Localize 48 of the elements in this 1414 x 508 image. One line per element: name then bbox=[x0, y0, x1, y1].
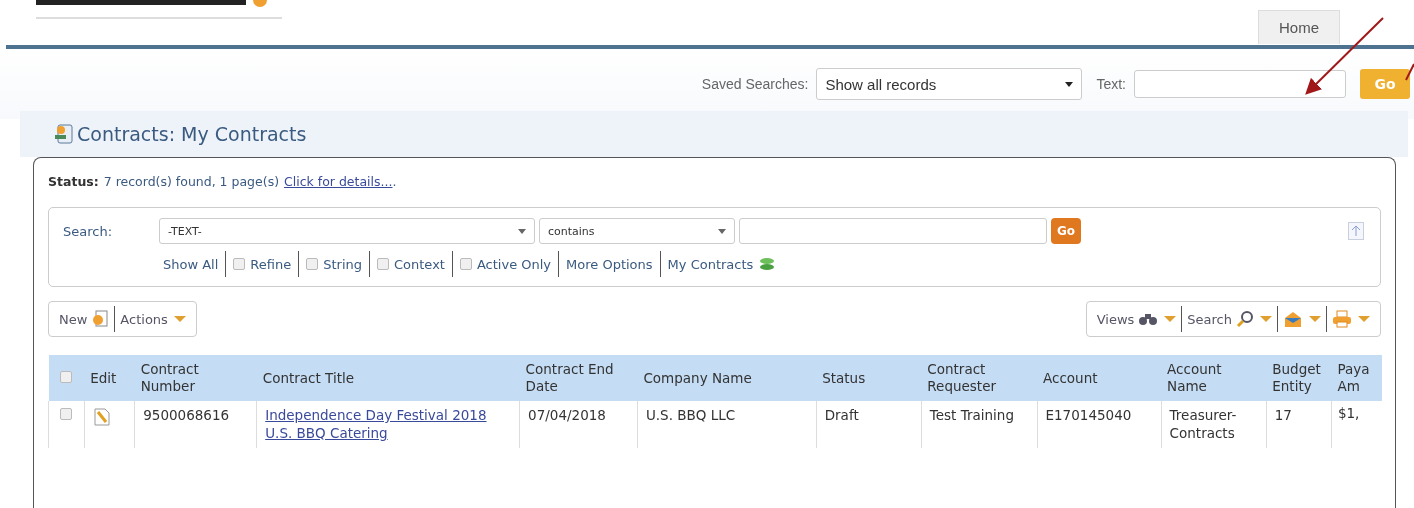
collapse-icon[interactable] bbox=[1348, 222, 1364, 240]
caret-icon bbox=[173, 316, 186, 322]
toolbar-button[interactable] bbox=[1330, 310, 1372, 328]
nav-tab[interactable]: Home bbox=[1258, 10, 1340, 44]
option-checkbox[interactable]: String bbox=[302, 256, 366, 272]
contract-title-link[interactable]: Independence Day Festival 2018 U.S. BBQ Catering bbox=[265, 407, 512, 443]
option-link[interactable]: More Options bbox=[562, 256, 657, 272]
search-input-field[interactable] bbox=[739, 218, 1047, 244]
saved-searches-label: Saved Searches: bbox=[701, 76, 809, 92]
option-checkbox[interactable]: Active Only bbox=[455, 256, 556, 272]
search-icon bbox=[1236, 310, 1254, 328]
select-all-checkbox[interactable] bbox=[60, 370, 73, 383]
table-cell-text: $1, bbox=[1337, 405, 1361, 423]
search-label: Search: bbox=[63, 223, 114, 239]
toolbar-button[interactable]: Actions bbox=[118, 311, 188, 327]
table-cell-text: 9500068616 bbox=[143, 407, 231, 425]
table-cell-text: U.S. BBQ LLC bbox=[645, 407, 737, 425]
status-label: Status: bbox=[48, 174, 99, 189]
table-cell-text: 07/04/2018 bbox=[528, 407, 607, 425]
table-cell-text: Draft bbox=[824, 407, 860, 425]
option-checkbox[interactable]: Refine bbox=[229, 256, 296, 272]
binoculars-icon bbox=[1138, 312, 1159, 326]
envelope-icon bbox=[1283, 310, 1303, 328]
operator-dropdown[interactable]: contains bbox=[539, 218, 735, 244]
search-field-dropdown[interactable]: -TEXT- bbox=[159, 218, 535, 244]
text-label: Text: bbox=[1096, 76, 1126, 92]
page-title: Contracts: My Contracts bbox=[77, 123, 307, 145]
option-link[interactable]: My Contracts bbox=[663, 256, 781, 272]
edit-icon[interactable] bbox=[92, 407, 111, 427]
new-document-icon bbox=[91, 310, 110, 328]
row-checkbox[interactable] bbox=[60, 408, 73, 420]
toolbar-button[interactable]: New bbox=[57, 310, 112, 328]
details-link[interactable]: Click for details... bbox=[284, 174, 393, 189]
refresh-icon bbox=[758, 257, 777, 271]
printer-icon bbox=[1332, 310, 1352, 328]
status-period: . bbox=[392, 174, 397, 189]
toolbar-button[interactable]: Views bbox=[1094, 311, 1179, 327]
option-checkbox[interactable]: Context bbox=[373, 256, 449, 272]
caret-icon bbox=[1358, 316, 1370, 322]
saved-searches-dropdown[interactable]: Show all records bbox=[816, 68, 1083, 100]
option-link[interactable]: Show All bbox=[159, 256, 223, 272]
table-cell-text: E170145040 bbox=[1045, 407, 1133, 425]
table-cell-text: Test Training bbox=[929, 407, 1015, 425]
status-text: 7 record(s) found, 1 page(s) bbox=[103, 174, 279, 189]
text-input-field[interactable] bbox=[1134, 70, 1346, 98]
contract-icon bbox=[54, 124, 74, 144]
table-cell-text: 17 bbox=[1274, 407, 1293, 425]
table-cell-text: Treasurer-Contracts bbox=[1169, 407, 1238, 443]
